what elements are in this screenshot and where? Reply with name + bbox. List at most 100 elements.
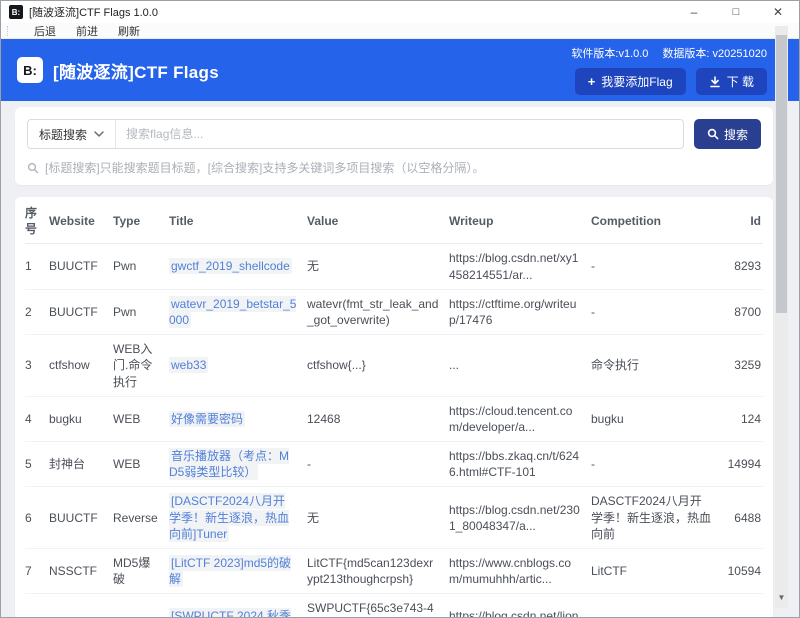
data-version: 数据版本: v20251020 — [662, 45, 767, 61]
download-icon — [709, 76, 721, 88]
version-info: 软件版本:v1.0.0 数据版本: v20251020 — [571, 45, 767, 61]
cell-value: 无 — [307, 252, 449, 280]
cell-id: 10594 — [723, 557, 763, 585]
cell-writeup: https://bbs.zkaq.cn/t/6246.html#CTF-101 — [449, 442, 591, 486]
cell-id: 8293 — [723, 252, 763, 280]
row-number: 3 — [25, 351, 49, 379]
header-right: 软件版本:v1.0.0 数据版本: v20251020 + 我要添加Flag 下… — [571, 45, 781, 95]
search-row: 标题搜索 搜索 — [27, 119, 761, 149]
col-website: Website — [49, 207, 113, 235]
cell-type: WEB — [113, 450, 169, 478]
scrollbar-down-arrow-icon[interactable]: ▼ — [775, 594, 788, 602]
close-icon[interactable]: ✕ — [757, 1, 799, 23]
search-button-label: 搜索 — [724, 126, 748, 143]
hint-text: [标题搜索]只能搜索题目标题，[综合搜索]支持多关键词多项目搜索（以空格分隔）。 — [45, 159, 484, 176]
cell-website: BUUCTF — [49, 252, 113, 280]
cell-type: Pwn — [113, 252, 169, 280]
cell-writeup: https://blog.csdn.net/lionkas/article... — [449, 602, 591, 618]
search-panel: 标题搜索 搜索 — [15, 107, 773, 185]
window-title: [随波逐流]CTF Flags 1.0.0 — [29, 4, 158, 20]
cell-website: NSSCTF — [49, 557, 113, 585]
cell-writeup: https://blog.csdn.net/2301_80048347/a... — [449, 496, 591, 540]
row-number: 7 — [25, 557, 49, 585]
row-number: 5 — [25, 450, 49, 478]
cell-type: Pwn — [113, 298, 169, 326]
download-label: 下 载 — [727, 73, 754, 90]
cell-title: [DASCTF2024八月开学季！新生逐浪，热血向前]Tuner — [169, 487, 307, 548]
cell-website: NSSCTF — [49, 611, 113, 618]
menu-item-forward[interactable]: 前进 — [76, 23, 98, 39]
row-number: 2 — [25, 298, 49, 326]
window-controls: – □ ✕ — [673, 1, 799, 23]
table-row: 2 BUUCTF Pwn watevr_2019_betstar_5000 wa… — [25, 290, 763, 335]
cell-title: [SWPUCTF 2024 秋季新生赛]Sign in — [169, 602, 307, 618]
col-id: Id — [723, 207, 763, 235]
cell-competition: - — [591, 252, 723, 280]
search-category-select[interactable]: 标题搜索 — [28, 120, 116, 148]
cell-competition: 命令执行 — [591, 351, 723, 379]
add-flag-button[interactable]: + 我要添加Flag — [575, 68, 686, 95]
cell-type: WEB入门.命令执行 — [113, 335, 169, 396]
table-row: 1 BUUCTF Pwn gwctf_2019_shellcode 无 http… — [25, 244, 763, 289]
app-header: B: [随波逐流]CTF Flags 软件版本:v1.0.0 数据版本: v20… — [1, 39, 799, 101]
title-link[interactable]: [LitCTF 2023]md5的破解 — [169, 555, 291, 587]
cell-value: ctfshow{...} — [307, 351, 449, 379]
hint-search-icon — [27, 162, 39, 174]
cell-value: - — [307, 450, 449, 478]
cell-website: BUUCTF — [49, 504, 113, 532]
cell-id: 8700 — [723, 298, 763, 326]
cell-writeup: https://cloud.tencent.com/developer/a... — [449, 397, 591, 441]
download-button[interactable]: 下 载 — [696, 68, 767, 95]
search-button[interactable]: 搜索 — [694, 119, 761, 149]
row-number: 6 — [25, 504, 49, 532]
cell-competition: bugku — [591, 405, 723, 433]
title-link[interactable]: [DASCTF2024八月开学季！新生逐浪，热血向前]Tuner — [169, 493, 289, 541]
cell-type: WEB — [113, 405, 169, 433]
header-buttons: + 我要添加Flag 下 载 — [575, 68, 767, 95]
app-window: B: [随波逐流]CTF Flags 1.0.0 – □ ✕ 后退 前进 刷新 … — [0, 0, 800, 618]
cell-website: BUUCTF — [49, 298, 113, 326]
title-link[interactable]: [SWPUCTF 2024 秋季新生赛]Sign in — [169, 608, 291, 618]
cell-competition: - — [591, 298, 723, 326]
cell-competition: - — [591, 450, 723, 478]
title-link[interactable]: web33 — [169, 357, 208, 373]
cell-writeup: https://www.cnblogs.com/mumuhhh/artic... — [449, 549, 591, 593]
chevron-down-icon — [94, 131, 104, 137]
app-icon: B: — [9, 5, 23, 19]
minimize-icon[interactable]: – — [673, 1, 715, 23]
search-input[interactable] — [116, 120, 683, 148]
cell-competition: DASCTF2024八月开学季！新生逐浪，热血向前 — [591, 487, 723, 548]
maximize-icon[interactable]: □ — [715, 1, 757, 23]
table-row: 5 封神台 WEB 音乐播放器（考点：MD5弱类型比较） - https://b… — [25, 442, 763, 487]
cell-competition: SWPUCTF — [591, 611, 723, 618]
row-number: 8 — [25, 611, 49, 618]
menu-item-refresh[interactable]: 刷新 — [118, 23, 140, 39]
cell-value: watevr(fmt_str_leak_and_got_overwrite) — [307, 290, 449, 334]
menu-item-back[interactable]: 后退 — [34, 23, 56, 39]
search-icon — [707, 128, 719, 140]
title-link[interactable]: 音乐播放器（考点：MD5弱类型比较） — [169, 448, 289, 480]
cell-id: 3259 — [723, 351, 763, 379]
cell-writeup: https://blog.csdn.net/xy1458214551/ar... — [449, 244, 591, 288]
title-link[interactable]: 好像需要密码 — [169, 411, 245, 427]
table-body: 1 BUUCTF Pwn gwctf_2019_shellcode 无 http… — [25, 244, 763, 618]
cell-title: gwctf_2019_shellcode — [169, 252, 307, 280]
plus-icon: + — [588, 75, 596, 88]
col-writeup: Writeup — [449, 207, 591, 235]
cell-title: watevr_2019_betstar_5000 — [169, 290, 307, 334]
cell-title: 音乐播放器（考点：MD5弱类型比较） — [169, 442, 307, 486]
cell-website: ctfshow — [49, 351, 113, 379]
app-logo: B: — [17, 57, 43, 83]
cell-title: web33 — [169, 351, 307, 379]
cell-type: MD5爆破 — [113, 549, 169, 593]
title-link[interactable]: gwctf_2019_shellcode — [169, 258, 292, 274]
cell-id: 6488 — [723, 504, 763, 532]
table-row: 8 NSSCTF WEB [SWPUCTF 2024 秋季新生赛]Sign in… — [25, 594, 763, 618]
scrollbar-thumb[interactable] — [776, 35, 787, 313]
row-number: 1 — [25, 252, 49, 280]
title-link[interactable]: watevr_2019_betstar_5000 — [169, 296, 296, 328]
col-no: 序号 — [25, 199, 49, 243]
titlebar: B: [随波逐流]CTF Flags 1.0.0 – □ ✕ — [1, 1, 799, 23]
vertical-scrollbar[interactable]: ▼ — [775, 26, 788, 608]
table-row: 7 NSSCTF MD5爆破 [LitCTF 2023]md5的破解 LitCT… — [25, 549, 763, 594]
